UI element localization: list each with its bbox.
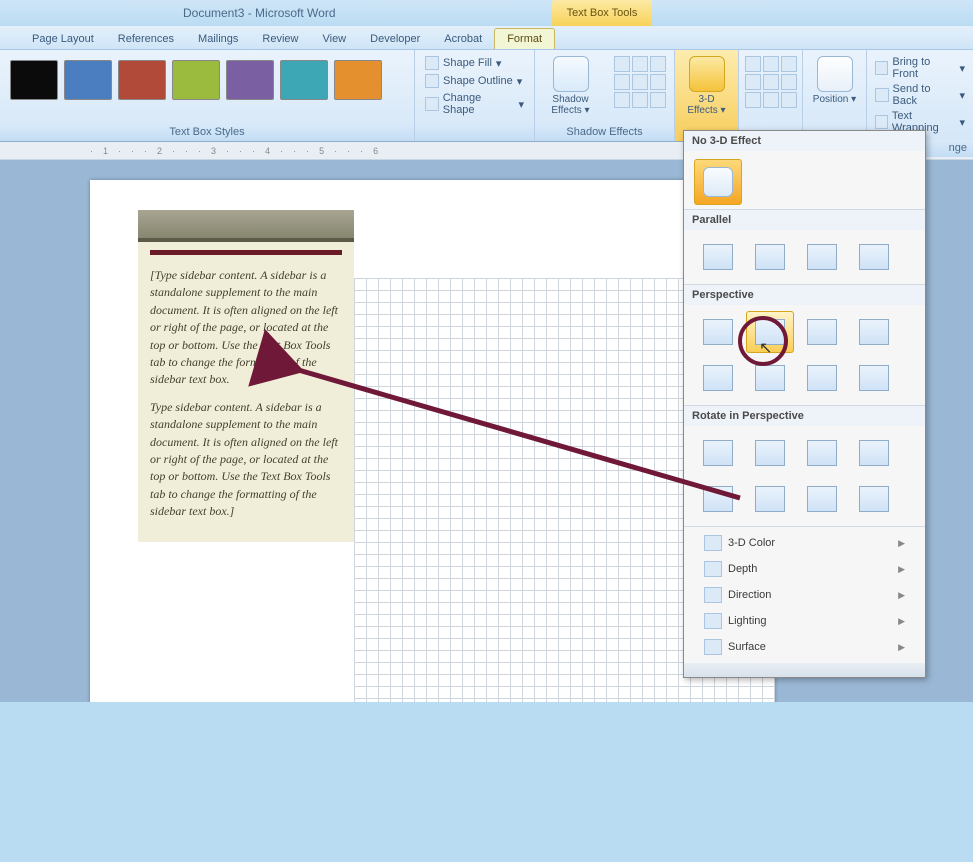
style-swatch-blue[interactable] [64, 60, 112, 100]
document-title: Document3 - Microsoft Word [183, 6, 336, 20]
threed-parallel-2[interactable] [746, 236, 794, 278]
group-arrange: Bring to Front ▾ Send to Back ▾ Text Wra… [867, 50, 973, 141]
style-swatch-green[interactable] [172, 60, 220, 100]
depth-icon [704, 561, 722, 577]
threed-perspective-1[interactable] [694, 311, 742, 353]
threed-parallel-1[interactable] [694, 236, 742, 278]
group-shape-tools: Shape Fill ▾ Shape Outline ▾ Change Shap… [415, 50, 535, 141]
group-textbox-styles: Text Box Styles [0, 50, 415, 141]
threed-parallel-4[interactable] [850, 236, 898, 278]
sidebar-text-content[interactable]: [Type sidebar content. A sidebar is a st… [150, 267, 342, 520]
shape-fill-button[interactable]: Shape Fill ▾ [425, 56, 524, 70]
wrap-icon [875, 115, 888, 129]
sidebar-textbox[interactable]: [Type sidebar content. A sidebar is a st… [138, 210, 354, 542]
color-icon [704, 535, 722, 551]
tab-page-layout[interactable]: Page Layout [20, 29, 106, 49]
style-swatch-purple[interactable] [226, 60, 274, 100]
threed-surface-menu[interactable]: Surface▶ [694, 635, 915, 659]
shadow-effects-icon [553, 56, 589, 92]
threed-perspective-3[interactable] [798, 311, 846, 353]
shape-icon [425, 97, 439, 111]
tab-developer[interactable]: Developer [358, 29, 432, 49]
position-icon [817, 56, 853, 92]
page[interactable]: [Type sidebar content. A sidebar is a st… [90, 180, 775, 702]
send-back-icon [875, 88, 889, 102]
cursor-icon: ↖ [759, 338, 772, 358]
dropdown-resize-grip[interactable] [684, 663, 925, 677]
threed-option-none[interactable] [694, 159, 742, 205]
ribbon-tabs: Page Layout References Mailings Review V… [0, 26, 973, 50]
threed-effects-dropdown: No 3-D Effect Parallel Perspective Rotat… [683, 130, 926, 678]
dd-head-no-effect: No 3-D Effect [684, 131, 925, 151]
threed-rotate-6[interactable] [746, 478, 794, 520]
threed-depth-menu[interactable]: Depth▶ [694, 557, 915, 581]
threed-lighting-menu[interactable]: Lighting▶ [694, 609, 915, 633]
style-swatch-orange[interactable] [334, 60, 382, 100]
group-shadow-effects: Shadow Effects ▾ Shadow Effects [535, 50, 675, 141]
bucket-icon [425, 56, 439, 70]
tab-acrobat[interactable]: Acrobat [432, 29, 494, 49]
threed-rotate-5[interactable] [694, 478, 742, 520]
threed-rotate-7[interactable] [798, 478, 846, 520]
threed-perspective-4[interactable] [850, 311, 898, 353]
dd-head-parallel: Parallel [684, 210, 925, 230]
sidebar-header-bar [138, 210, 354, 242]
threed-color-menu[interactable]: 3-D Color▶ [694, 531, 915, 555]
threed-nudge-grid[interactable] [745, 56, 797, 108]
contextual-tab-textbox-tools[interactable]: Text Box Tools [552, 0, 652, 26]
direction-icon [704, 587, 722, 603]
group-3d-nudge [739, 50, 803, 141]
tab-review[interactable]: Review [250, 29, 310, 49]
style-swatch-black[interactable] [10, 60, 58, 100]
shape-outline-button[interactable]: Shape Outline ▾ [425, 74, 524, 88]
shadow-nudge-grid[interactable] [614, 56, 666, 108]
send-to-back-button[interactable]: Send to Back ▾ [875, 83, 965, 107]
style-swatch-red[interactable] [118, 60, 166, 100]
threed-effects-icon [689, 56, 725, 92]
dd-head-perspective: Perspective [684, 285, 925, 305]
tab-format[interactable]: Format [494, 28, 555, 49]
threed-perspective-8[interactable] [850, 357, 898, 399]
group-label-styles: Text Box Styles [0, 124, 414, 141]
style-swatch-teal[interactable] [280, 60, 328, 100]
pencil-icon [425, 74, 439, 88]
group-3d-effects: 3-D Effects ▾ [675, 50, 739, 141]
bring-front-icon [875, 61, 888, 75]
group-label-shadow: Shadow Effects [535, 124, 674, 141]
sidebar-divider [150, 250, 342, 255]
threed-rotate-2[interactable] [746, 432, 794, 474]
threed-parallel-3[interactable] [798, 236, 846, 278]
group-position: Position ▾ [803, 50, 867, 141]
threed-rotate-8[interactable] [850, 478, 898, 520]
bring-to-front-button[interactable]: Bring to Front ▾ [875, 56, 965, 80]
threed-direction-menu[interactable]: Direction▶ [694, 583, 915, 607]
group-label-styles2 [415, 124, 534, 141]
threed-rotate-3[interactable] [798, 432, 846, 474]
lighting-icon [704, 613, 722, 629]
shadow-effects-button[interactable]: Shadow Effects ▾ [543, 94, 598, 116]
position-button[interactable]: Position ▾ [813, 94, 856, 105]
ribbon: Text Box Styles Shape Fill ▾ Shape Outli… [0, 50, 973, 142]
tab-references[interactable]: References [106, 29, 186, 49]
threed-perspective-5[interactable] [694, 357, 742, 399]
dd-head-rotate: Rotate in Perspective [684, 406, 925, 426]
surface-icon [704, 639, 722, 655]
threed-perspective-7[interactable] [798, 357, 846, 399]
threed-rotate-1[interactable] [694, 432, 742, 474]
title-bar: Document3 - Microsoft Word Text Box Tool… [0, 0, 973, 26]
change-shape-button[interactable]: Change Shape ▾ [425, 92, 524, 116]
tab-view[interactable]: View [310, 29, 358, 49]
threed-effects-button[interactable]: 3-D Effects ▾ [683, 94, 730, 116]
tab-mailings[interactable]: Mailings [186, 29, 250, 49]
threed-rotate-4[interactable] [850, 432, 898, 474]
